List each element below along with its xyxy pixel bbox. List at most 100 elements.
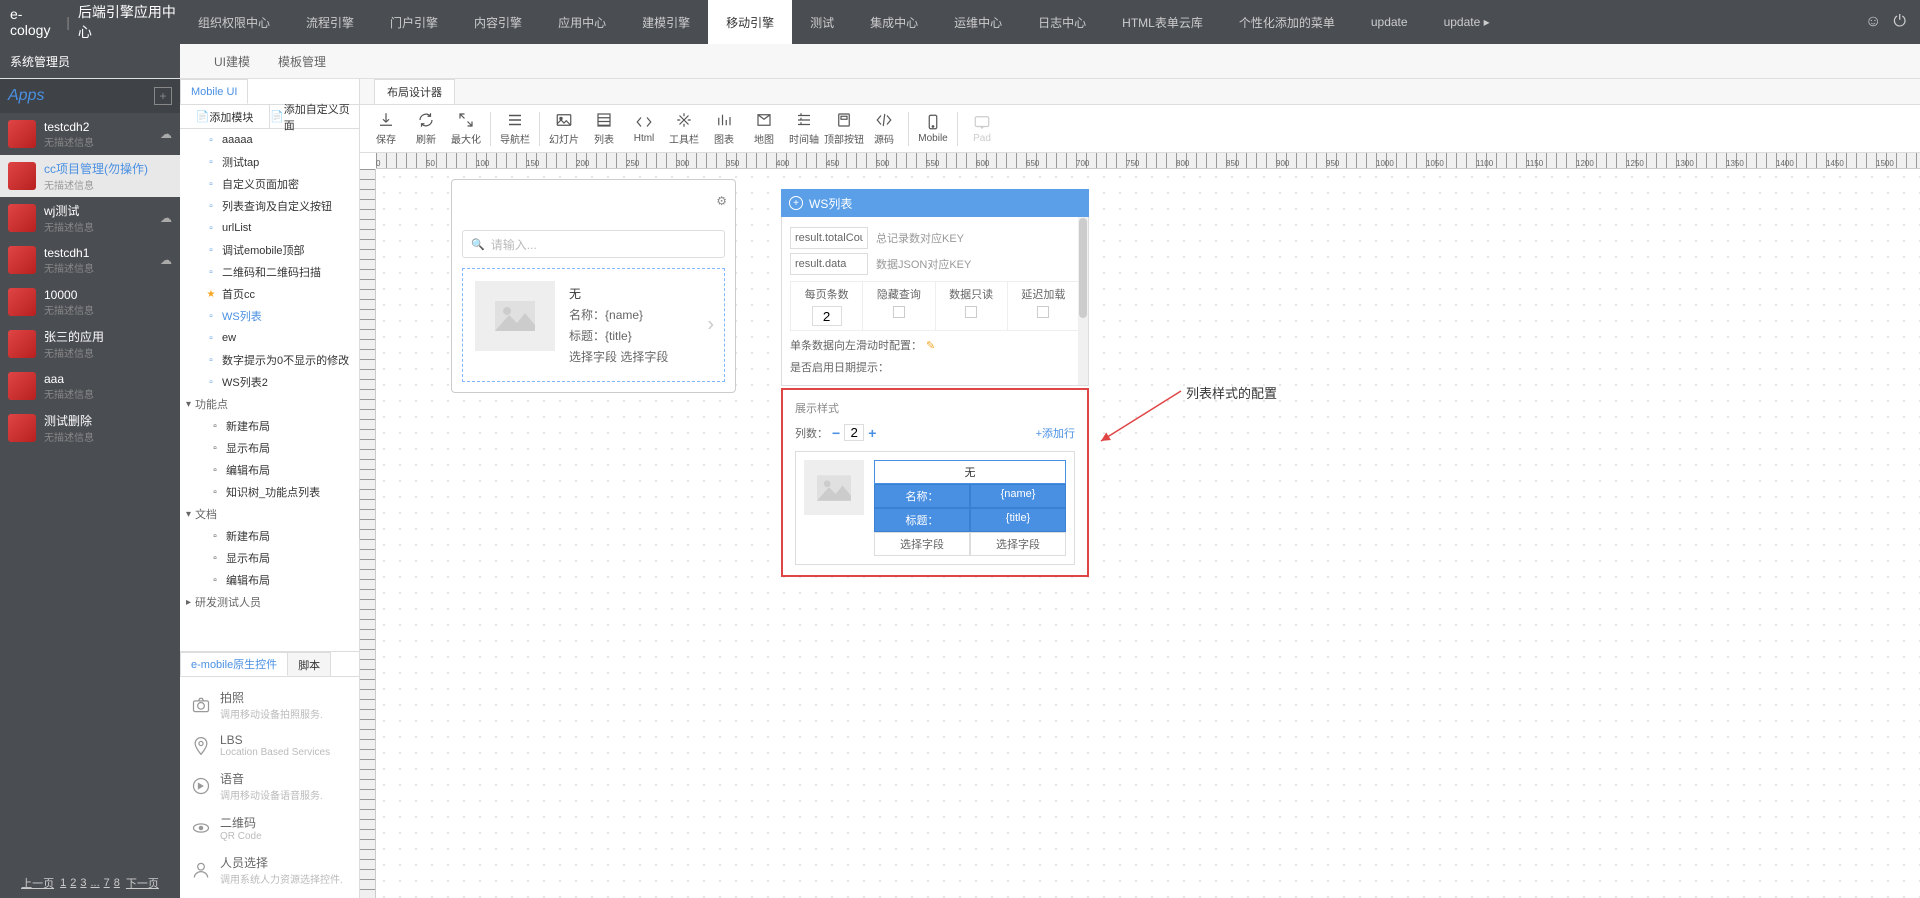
app-item[interactable]: wj测试无描述信息 ☁ (0, 197, 180, 239)
app-item[interactable]: 10000无描述信息 (0, 281, 180, 323)
canvas-inner[interactable]: ⚙ 请输入... 无 名称：{name} 标题：{title} 选择字段 选择字… (376, 169, 1920, 898)
cols-plus-button[interactable]: + (868, 425, 876, 441)
sub-tab[interactable]: 模板管理 (264, 53, 340, 70)
toolbar-button-源码[interactable]: 源码 (864, 111, 904, 146)
app-item[interactable]: cc项目管理(勿操作)无描述信息 (0, 155, 180, 197)
toolbar-button-刷新[interactable]: 刷新 (406, 111, 446, 146)
tree-page-item[interactable]: ▫列表查询及自定义按钮 (180, 195, 359, 217)
style-cell[interactable]: 标题： (874, 508, 970, 532)
app-item[interactable]: testcdh2无描述信息 ☁ (0, 113, 180, 155)
top-nav-item[interactable]: 运维中心 (936, 0, 1020, 44)
toolbar-button-顶部按钮[interactable]: 顶部按钮 (824, 111, 864, 146)
tree-group[interactable]: 文档 (180, 503, 359, 525)
toolbar-button-幻灯片[interactable]: 幻灯片 (544, 111, 584, 146)
controls-tab-script[interactable]: 脚本 (287, 652, 331, 676)
app-item[interactable]: aaa无描述信息 (0, 365, 180, 407)
top-nav-item[interactable]: 组织权限中心 (180, 0, 288, 44)
tree-page-item[interactable]: ▫aaaaa (180, 129, 359, 151)
tree-page-item[interactable]: ▫调试emobile顶部 (180, 239, 359, 261)
top-nav-item[interactable]: 建模引擎 (624, 0, 708, 44)
control-item[interactable]: 拍照调用移动设备拍照服务. (186, 683, 353, 727)
tree-layout-item[interactable]: ▫显示布局 (180, 547, 359, 569)
controls-tab-native[interactable]: e-mobile原生控件 (180, 652, 288, 676)
control-item[interactable]: LBSLocation Based Services (186, 727, 353, 764)
editor-tab-layout[interactable]: 布局设计器 (374, 79, 455, 104)
data-key-input[interactable] (790, 253, 868, 275)
style-head-cell[interactable]: 无 (874, 460, 1066, 484)
tree-layout-item[interactable]: ▫显示布局 (180, 437, 359, 459)
add-row-button[interactable]: +添加行 (1036, 425, 1075, 441)
toolbar-button-保存[interactable]: 保存 (366, 111, 406, 146)
top-nav-item[interactable]: 应用中心 (540, 0, 624, 44)
gear-icon[interactable]: ⚙ (716, 194, 727, 208)
top-nav-item[interactable]: update (1353, 0, 1426, 44)
tree-page-item[interactable]: ▫ew (180, 327, 359, 349)
app-item[interactable]: testcdh1无描述信息 ☁ (0, 239, 180, 281)
page-number[interactable]: 2 (70, 877, 76, 889)
sub-tab[interactable]: UI建模 (200, 53, 264, 70)
tree-page-item[interactable]: ★首页cc (180, 283, 359, 305)
property-header[interactable]: + WS列表 (781, 189, 1089, 217)
page-prev[interactable]: 上一页 (21, 875, 54, 891)
power-icon[interactable]: ⏻ (1893, 13, 1906, 31)
page-number[interactable]: 7 (104, 877, 110, 889)
page-next[interactable]: 下一页 (126, 875, 159, 891)
cols-input[interactable] (844, 424, 864, 441)
top-nav-item[interactable]: 移动引擎 (708, 0, 792, 44)
top-nav-item[interactable]: 流程引擎 (288, 0, 372, 44)
tree-layout-item[interactable]: ▫编辑布局 (180, 459, 359, 481)
tree-tab-mobile-ui[interactable]: Mobile UI (180, 79, 248, 104)
tree-page-item[interactable]: ▫WS列表 (180, 305, 359, 327)
toolbar-button-列表[interactable]: 列表 (584, 111, 624, 146)
toolbar-button-Html[interactable]: Html (624, 113, 664, 144)
style-cell[interactable]: 选择字段 (970, 532, 1066, 556)
toolbar-button-时间轴[interactable]: 时间轴 (784, 111, 824, 146)
top-nav-item[interactable]: 测试 (792, 0, 852, 44)
top-nav-item[interactable]: 内容引擎 (456, 0, 540, 44)
app-item[interactable]: 张三的应用无描述信息 (0, 323, 180, 365)
readonly-checkbox[interactable] (965, 306, 977, 318)
app-item[interactable]: 测试删除无描述信息 (0, 407, 180, 449)
list-card-preview[interactable]: 无 名称：{name} 标题：{title} 选择字段 选择字段 (462, 268, 725, 382)
toolbar-button-地图[interactable]: 地图 (744, 111, 784, 146)
add-module-button[interactable]: 📄 添加模块 (180, 105, 270, 128)
tree-layout-item[interactable]: ▫新建布局 (180, 415, 359, 437)
smile-icon[interactable]: ☺ (1865, 13, 1881, 31)
toolbar-button-Mobile[interactable]: Mobile (913, 113, 953, 144)
tree-page-item[interactable]: ▫二维码和二维码扫描 (180, 261, 359, 283)
per-page-input[interactable] (812, 306, 842, 326)
style-cell[interactable]: 选择字段 (874, 532, 970, 556)
tree-page-item[interactable]: ▫urlList (180, 217, 359, 239)
tree-page-item[interactable]: ▫WS列表2 (180, 371, 359, 393)
tree-page-item[interactable]: ▫自定义页面加密 (180, 173, 359, 195)
page-number[interactable]: 1 (60, 877, 66, 889)
control-item[interactable]: 语音调用移动设备语音服务. (186, 764, 353, 808)
edit-icon[interactable]: ✎ (926, 339, 935, 352)
control-item[interactable]: 人员选择调用系统人力资源选择控件. (186, 848, 353, 892)
top-nav-item[interactable]: update ▸ (1426, 0, 1508, 44)
toolbar-button-导航栏[interactable]: 导航栏 (495, 111, 535, 146)
tree-group[interactable]: 研发测试人员 (180, 591, 359, 613)
page-number[interactable]: 3 (80, 877, 86, 889)
hide-search-checkbox[interactable] (893, 306, 905, 318)
tree-layout-item[interactable]: ▫新建布局 (180, 525, 359, 547)
lazy-load-checkbox[interactable] (1037, 306, 1049, 318)
page-number[interactable]: 8 (114, 877, 120, 889)
cols-minus-button[interactable]: − (832, 425, 840, 441)
top-nav-item[interactable]: HTML表单云库 (1104, 0, 1221, 44)
top-nav-item[interactable]: 个性化添加的菜单 (1221, 0, 1353, 44)
tree-layout-item[interactable]: ▫知识树_功能点列表 (180, 481, 359, 503)
search-input[interactable]: 请输入... (462, 230, 725, 258)
style-cell[interactable]: {title} (970, 508, 1066, 532)
toolbar-button-工具栏[interactable]: 工具栏 (664, 111, 704, 146)
top-nav-item[interactable]: 日志中心 (1020, 0, 1104, 44)
toolbar-button-最大化[interactable]: 最大化 (446, 111, 486, 146)
tree-group[interactable]: 功能点 (180, 393, 359, 415)
add-custom-page-button[interactable]: 📄 添加自定义页面 (270, 105, 359, 128)
image-placeholder-icon[interactable] (804, 460, 864, 515)
scrollbar-vertical[interactable] (1078, 217, 1088, 385)
tree-page-item[interactable]: ▫数字提示为0不显示的修改 (180, 349, 359, 371)
top-nav-item[interactable]: 集成中心 (852, 0, 936, 44)
control-item[interactable]: 二维码QR Code (186, 808, 353, 848)
style-cell[interactable]: 名称： (874, 484, 970, 508)
